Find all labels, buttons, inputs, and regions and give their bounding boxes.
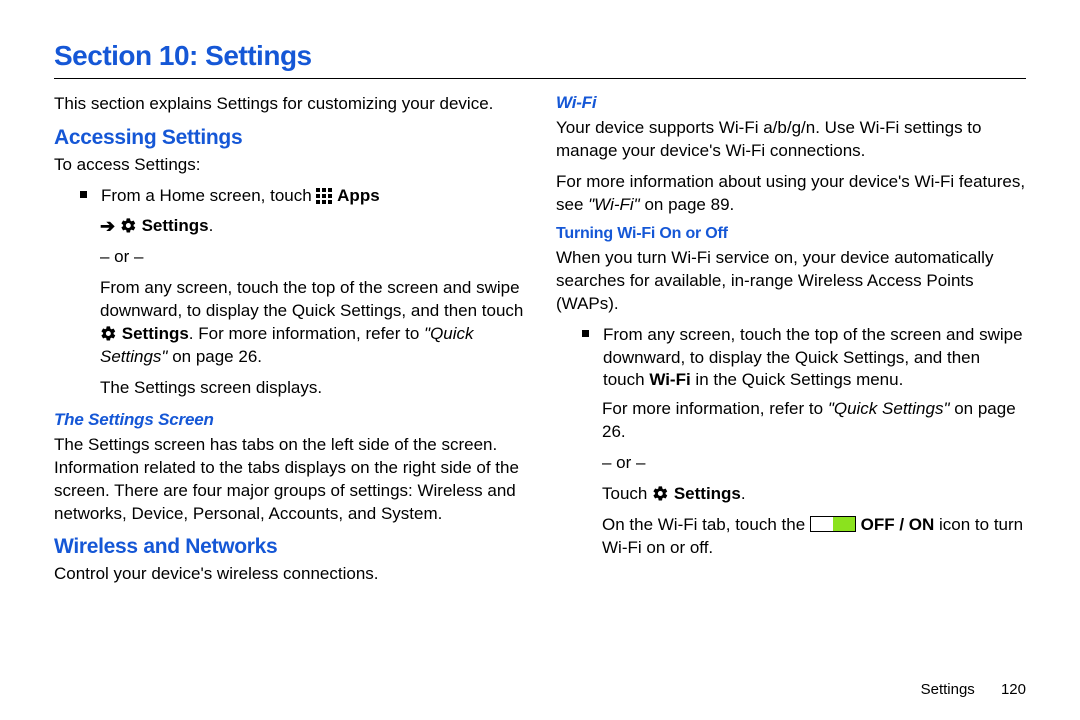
gear-icon bbox=[652, 485, 669, 502]
period-2: . bbox=[741, 484, 746, 503]
label-off-on: OFF / ON bbox=[861, 515, 935, 534]
heading-accessing-settings: Accessing Settings bbox=[54, 126, 524, 150]
wireless-text: Control your device's wireless connectio… bbox=[54, 563, 524, 586]
arrow-right-icon: ➔ bbox=[100, 216, 115, 236]
text-from-any: From any screen, touch the top of the sc… bbox=[100, 278, 523, 320]
heading-turning-wifi-on-off: Turning Wi-Fi On or Off bbox=[556, 225, 1026, 243]
heading-wireless-networks: Wireless and Networks bbox=[54, 535, 524, 559]
bullet-square-icon bbox=[80, 191, 87, 198]
or-divider-1: – or – bbox=[100, 246, 524, 269]
heading-wifi: Wi-Fi bbox=[556, 93, 1026, 113]
from-any-screen-text: From any screen, touch the top of the sc… bbox=[100, 277, 524, 369]
wifi-support-text: Your device supports Wi-Fi a/b/g/n. Use … bbox=[556, 117, 1026, 163]
label-settings-3: Settings bbox=[674, 484, 741, 503]
heading-settings-screen: The Settings Screen bbox=[54, 410, 524, 430]
touch-settings-line: Touch Settings. bbox=[602, 483, 1026, 506]
text-page-26: on page 26. bbox=[172, 347, 262, 366]
arrow-settings-line: ➔ Settings. bbox=[100, 214, 524, 238]
gear-icon bbox=[120, 217, 137, 234]
text-more-info-2: For more information, refer to bbox=[602, 399, 828, 418]
bullet-square-icon bbox=[582, 330, 589, 337]
text-quick-settings-ref-2: "Quick Settings" bbox=[828, 399, 950, 418]
wifi-more-info-text: For more information about using your de… bbox=[556, 171, 1026, 217]
wifi-tab-toggle-line: On the Wi-Fi tab, touch the OFF / ON ico… bbox=[602, 514, 1026, 560]
bullet-wifi-from-any: From any screen, touch the top of the sc… bbox=[582, 324, 1026, 393]
text-from-home: From a Home screen, touch bbox=[101, 186, 316, 205]
footer-label: Settings bbox=[921, 681, 975, 698]
label-apps: Apps bbox=[337, 186, 380, 205]
bullet-home-screen: From a Home screen, touch Apps bbox=[80, 185, 524, 208]
text-more-info: . For more information, refer to bbox=[189, 324, 424, 343]
settings-screen-displays: The Settings screen displays. bbox=[100, 377, 524, 400]
page-footer: Settings 120 bbox=[921, 681, 1026, 698]
wifi-ref: "Wi-Fi" bbox=[588, 195, 644, 214]
wifi-onoff-text: When you turn Wi-Fi service on, your dev… bbox=[556, 247, 1026, 316]
wifi-page-89: on page 89. bbox=[644, 195, 734, 214]
right-column: Wi-Fi Your device supports Wi-Fi a/b/g/n… bbox=[556, 93, 1026, 594]
footer-page-number: 120 bbox=[1001, 681, 1026, 698]
toggle-on-icon bbox=[810, 516, 856, 532]
label-settings-2: Settings bbox=[122, 324, 189, 343]
two-column-layout: This section explains Settings for custo… bbox=[54, 93, 1026, 594]
period-1: . bbox=[209, 216, 214, 235]
text-in-qs: in the Quick Settings menu. bbox=[691, 370, 904, 389]
text-touch: Touch bbox=[602, 484, 652, 503]
intro-text: This section explains Settings for custo… bbox=[54, 93, 524, 116]
text-wifi-tab: On the Wi-Fi tab, touch the bbox=[602, 515, 810, 534]
left-column: This section explains Settings for custo… bbox=[54, 93, 524, 594]
apps-icon bbox=[316, 188, 332, 204]
page-title: Section 10: Settings bbox=[54, 40, 1026, 72]
or-divider-2: – or – bbox=[602, 452, 1026, 475]
label-wifi: Wi-Fi bbox=[649, 370, 690, 389]
label-settings-1: Settings bbox=[142, 216, 209, 235]
title-rule bbox=[54, 78, 1026, 79]
gear-icon bbox=[100, 325, 117, 342]
to-access-text: To access Settings: bbox=[54, 154, 524, 177]
wifi-qs-ref: For more information, refer to "Quick Se… bbox=[602, 398, 1026, 444]
settings-screen-text: The Settings screen has tabs on the left… bbox=[54, 434, 524, 526]
